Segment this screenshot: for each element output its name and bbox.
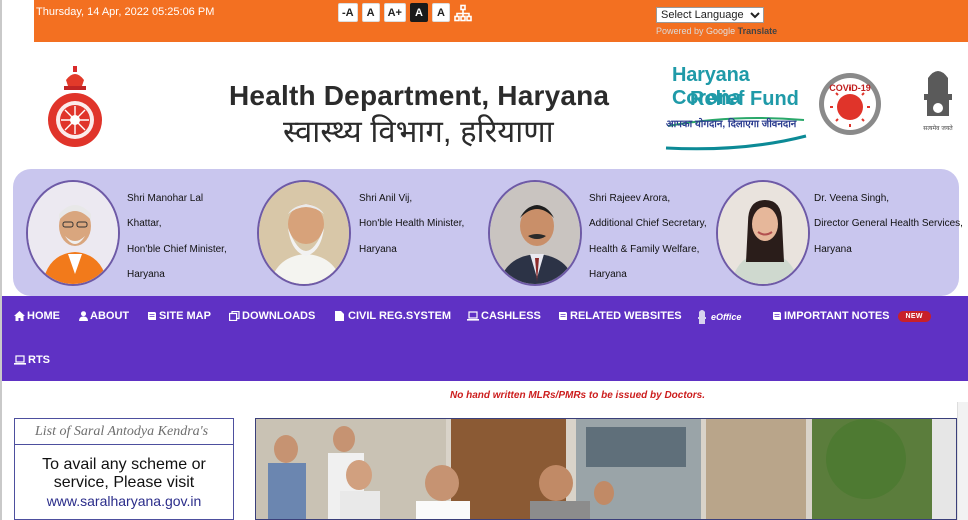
leader-line: Khattar,	[127, 218, 162, 230]
leader-line: Dr. Veena Singh,	[814, 193, 890, 204]
leader-line: Haryana	[359, 243, 397, 255]
leader-line: Haryana	[127, 268, 165, 280]
covid-19-badge-icon: COVID-19	[818, 69, 882, 139]
leader-line: Shri Manohar Lal	[127, 193, 204, 204]
notice-text: No hand written MLRs/PMRs to be issued b…	[450, 390, 706, 401]
leader-line: Haryana	[814, 243, 852, 255]
nav-eoffice[interactable]: eOffice	[696, 308, 741, 326]
news-photo	[256, 419, 956, 519]
leader-line: Director General Health Services,	[814, 218, 963, 230]
book-icon	[559, 312, 567, 320]
nav-home[interactable]: HOME	[14, 310, 60, 322]
page-frame-edge	[0, 0, 2, 520]
saral-line: To avail any scheme or	[42, 456, 206, 473]
emblem-motto: सत्यमेव जयते	[923, 124, 953, 132]
font-size-controls: -A A A+ A A	[338, 3, 472, 22]
leader-line: Haryana	[589, 268, 627, 280]
dark-contrast-button[interactable]: A	[409, 3, 428, 22]
increase-font-button[interactable]: A+	[383, 3, 406, 22]
corona-relief-fund-banner[interactable]: Haryana Corona Relief Fund आपका योगदान, …	[664, 64, 810, 152]
main-navigation: HOME ABOUT SITE MAP DOWNLOADS CIVIL REG.…	[2, 296, 968, 381]
leader-line: Additional Chief Secretary,	[589, 218, 707, 230]
nav-cashless[interactable]: CASHLESS	[467, 310, 541, 322]
leader-card-dghs: Dr. Veena Singh, Director General Health…	[706, 169, 963, 296]
laptop-icon	[467, 311, 479, 321]
leader-line: Shri Anil Vij,	[359, 193, 413, 204]
news-photo-slider[interactable]	[255, 418, 957, 520]
saral-line: service, Please visit	[53, 474, 195, 491]
leader-line: Hon'ble Health Minister,	[359, 218, 465, 230]
national-emblem-icon: सत्यमेव जयते	[918, 64, 958, 136]
leader-card-health-minister: Shri Anil Vij, Hon'ble Health Minister, …	[244, 169, 474, 296]
sitemap-icon[interactable]	[454, 4, 472, 22]
leader-photo	[26, 180, 120, 286]
document-icon	[335, 311, 344, 321]
saral-heading: List of Saral Antodya Kendra's	[15, 419, 233, 445]
page-title: Health Department, Haryana	[229, 80, 610, 111]
saral-link[interactable]: www.saralharyana.gov.in	[15, 492, 233, 510]
haryana-emblem-icon	[44, 64, 106, 150]
saral-antodya-box: List of Saral Antodya Kendra's To avail …	[14, 418, 234, 520]
leader-line: Health & Family Welfare,	[589, 243, 700, 255]
leader-photo	[488, 180, 582, 286]
leader-line: Hon'ble Chief Minister,	[127, 243, 227, 255]
leader-card-chief-minister: Shri Manohar Lal Khattar, Hon'ble Chief …	[13, 169, 243, 296]
nav-important-notes[interactable]: IMPORTANT NOTES NEW	[772, 310, 931, 322]
leader-photo	[716, 180, 810, 286]
leader-card-acs: Shri Rajeev Arora, Additional Chief Secr…	[475, 169, 707, 296]
normal-font-button[interactable]: A	[361, 3, 380, 22]
nav-downloads[interactable]: DOWNLOADS	[229, 310, 315, 322]
book-icon	[773, 312, 781, 320]
leader-photo	[257, 180, 351, 286]
new-badge: NEW	[897, 310, 931, 322]
covid-badge-label: COVID-19	[829, 83, 871, 93]
national-emblem-icon	[698, 310, 706, 324]
nav-site-map[interactable]: SITE MAP	[147, 310, 211, 322]
nav-rts[interactable]: RTS	[14, 354, 50, 366]
language-selector: Select Language Powered by Google Transl…	[656, 5, 777, 36]
current-datetime: Thursday, 14 Apr, 2022 05:25:06 PM	[36, 6, 215, 18]
nav-about[interactable]: ABOUT	[79, 310, 129, 322]
language-select[interactable]: Select Language	[656, 7, 764, 23]
leader-line: Shri Rajeev Arora,	[589, 193, 671, 204]
book-icon	[148, 312, 156, 320]
user-icon	[79, 311, 88, 321]
page-title-hindi: स्वास्थ्य विभाग, हरियाणा	[283, 114, 554, 149]
nav-related-websites[interactable]: RELATED WEBSITES	[558, 310, 682, 322]
scrollbar[interactable]	[957, 402, 968, 520]
laptop-icon	[14, 355, 26, 365]
leaders-strip: Shri Manohar Lal Khattar, Hon'ble Chief …	[13, 169, 963, 296]
top-utility-bar: Thursday, 14 Apr, 2022 05:25:06 PM -A A …	[34, 0, 968, 42]
home-icon	[14, 311, 25, 321]
powered-by-google: Powered by Google Translate	[656, 26, 778, 36]
light-contrast-button[interactable]: A	[431, 3, 450, 22]
nav-civil-reg-system[interactable]: CIVIL REG.SYSTEM	[335, 310, 451, 322]
decrease-font-button[interactable]: -A	[338, 3, 358, 22]
google-logo: Google	[706, 26, 736, 36]
copy-icon	[229, 311, 240, 321]
